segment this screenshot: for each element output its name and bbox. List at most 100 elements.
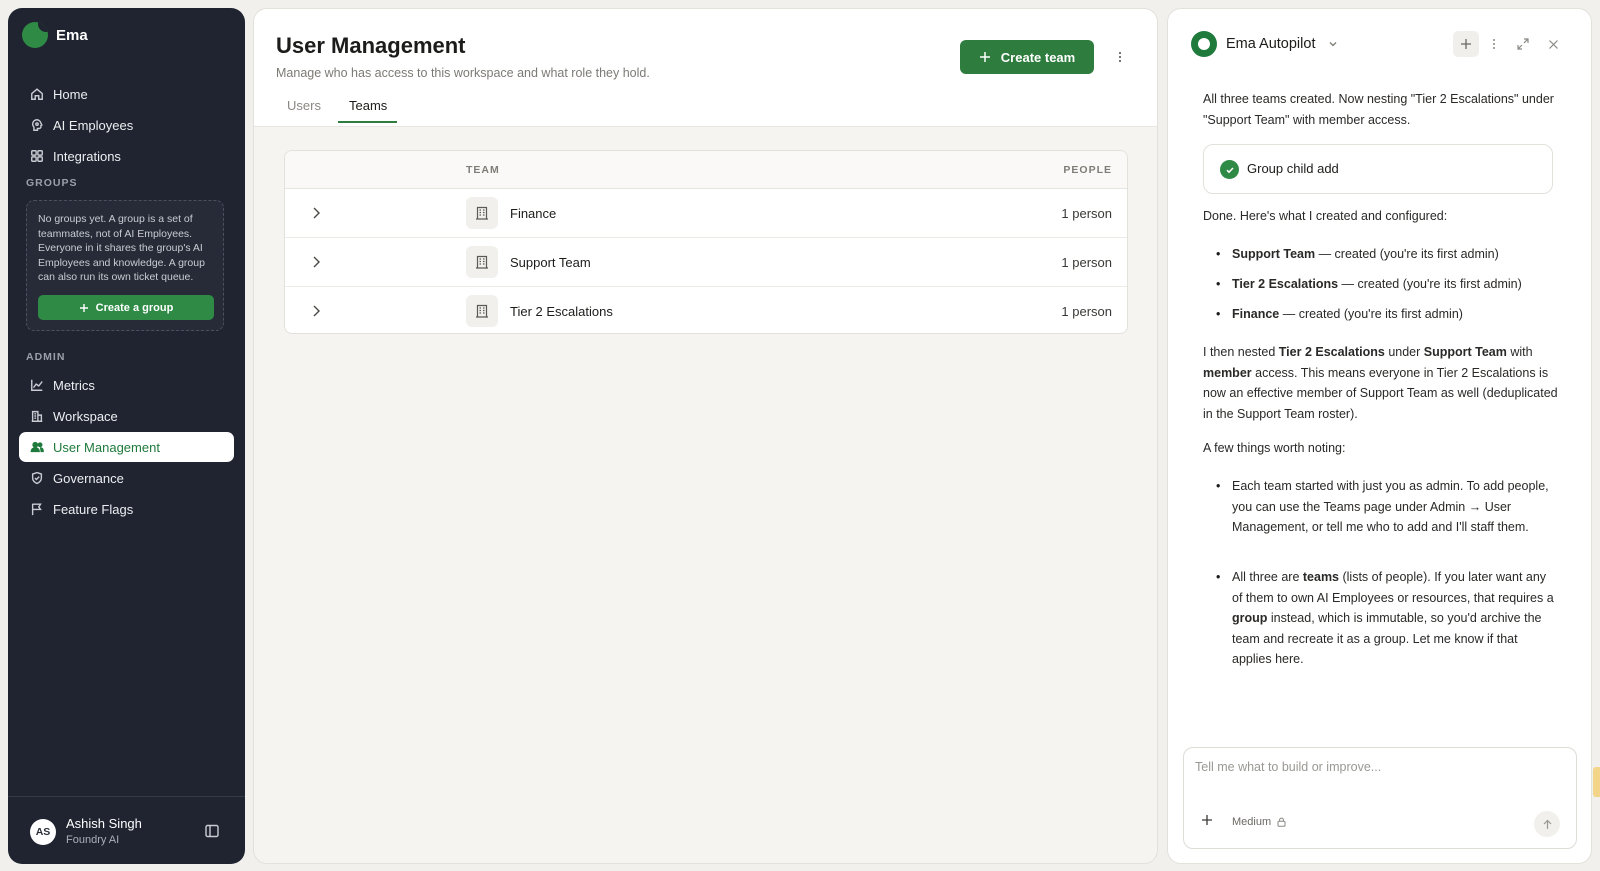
sidebar-item-metrics[interactable]: Metrics xyxy=(19,370,234,400)
admin-section-label: ADMIN xyxy=(26,351,66,363)
autopilot-more-button[interactable] xyxy=(1481,31,1507,57)
create-team-button[interactable]: Create team xyxy=(960,40,1094,74)
expand-button[interactable] xyxy=(1510,31,1536,57)
chat-input[interactable] xyxy=(1195,760,1565,774)
assistant-message-intro: All three teams created. Now nesting "Ti… xyxy=(1203,92,1554,127)
main-panel: User Management Manage who has access to… xyxy=(253,8,1158,864)
chevron-right-icon[interactable] xyxy=(311,206,321,220)
table-row[interactable]: Tier 2 Escalations 1 person xyxy=(285,287,1127,333)
avatar: AS xyxy=(30,819,56,845)
user-profile[interactable]: AS Ashish Singh Foundry AI xyxy=(8,796,245,864)
model-selector[interactable]: Medium xyxy=(1232,816,1286,828)
chart-line-icon xyxy=(31,379,43,391)
list-item: Support Team — created (you're its first… xyxy=(1216,244,1557,265)
tool-call-label: Group child add xyxy=(1247,161,1339,176)
sidebar-item-governance[interactable]: Governance xyxy=(19,463,234,493)
list-item: Tier 2 Escalations — created (you're its… xyxy=(1216,274,1557,295)
ai-employee-icon xyxy=(31,119,43,131)
table-row[interactable]: Finance 1 person xyxy=(285,189,1127,238)
list-item: Finance — created (you're its first admi… xyxy=(1216,304,1557,325)
sidebar: Ema Home AI Employees Integrations GROUP… xyxy=(8,8,245,864)
flag-icon xyxy=(31,503,42,516)
close-button[interactable] xyxy=(1540,31,1566,57)
integrations-icon xyxy=(31,150,43,162)
check-circle-icon xyxy=(1220,160,1239,179)
brand[interactable]: Ema xyxy=(22,22,88,48)
table-row[interactable]: Support Team 1 person xyxy=(285,238,1127,287)
sidebar-item-home[interactable]: Home xyxy=(19,79,234,109)
active-tab-indicator xyxy=(338,121,397,123)
plus-icon xyxy=(1461,39,1471,49)
user-name: Ashish Singh xyxy=(66,816,142,831)
sidebar-item-label: AI Employees xyxy=(53,117,134,133)
autopilot-logo-icon xyxy=(1191,31,1217,57)
tab-teams[interactable]: Teams xyxy=(349,98,387,113)
chat-composer: Medium xyxy=(1183,747,1577,849)
page-subtitle: Manage who has access to this workspace … xyxy=(276,66,650,80)
sidebar-item-workspace[interactable]: Workspace xyxy=(19,401,234,431)
shield-check-icon xyxy=(31,471,43,485)
arrow-up-icon xyxy=(1543,819,1551,829)
page-title: User Management xyxy=(276,33,466,58)
sidebar-item-label: Workspace xyxy=(53,408,118,424)
new-chat-button[interactable] xyxy=(1453,31,1479,57)
plus-icon xyxy=(979,52,990,62)
notes-intro: A few things worth noting: xyxy=(1203,441,1346,455)
sidebar-item-ai-employees[interactable]: AI Employees xyxy=(19,110,234,140)
sidebar-item-label: Metrics xyxy=(53,377,95,393)
sidebar-item-label: Home xyxy=(53,86,88,102)
create-group-button[interactable]: Create a group xyxy=(38,295,214,320)
column-header-people[interactable]: PEOPLE xyxy=(1063,164,1112,176)
tool-call-card[interactable]: Group child add xyxy=(1203,144,1553,194)
table-header: TEAM PEOPLE xyxy=(285,151,1127,189)
ema-logo-icon xyxy=(22,22,48,48)
sidebar-item-feature-flags[interactable]: Feature Flags xyxy=(19,494,234,524)
more-options-button[interactable] xyxy=(1110,47,1130,67)
attach-plus-icon[interactable] xyxy=(1201,814,1213,826)
sidebar-toggle-icon[interactable] xyxy=(205,824,219,838)
chevron-down-icon[interactable] xyxy=(1328,39,1338,49)
feedback-tab[interactable] xyxy=(1593,767,1600,797)
lock-icon xyxy=(1277,817,1286,827)
users-icon xyxy=(30,441,44,453)
create-team-label: Create team xyxy=(1000,49,1076,65)
groups-empty-state: No groups yet. A group is a set of teamm… xyxy=(26,200,224,331)
model-label: Medium xyxy=(1232,816,1272,828)
more-vertical-icon xyxy=(1493,39,1495,49)
team-name: Support Team xyxy=(510,255,591,270)
team-people-count: 1 person xyxy=(1061,255,1112,270)
team-name: Finance xyxy=(510,206,557,221)
sidebar-item-integrations[interactable]: Integrations xyxy=(19,141,234,171)
autopilot-title[interactable]: Ema Autopilot xyxy=(1226,36,1315,52)
sidebar-item-label: User Management xyxy=(53,439,160,455)
team-people-count: 1 person xyxy=(1061,304,1112,319)
plus-icon xyxy=(79,303,88,312)
building-icon xyxy=(476,255,488,269)
team-icon xyxy=(466,246,498,278)
building-icon xyxy=(476,304,488,318)
sidebar-item-user-management[interactable]: User Management xyxy=(19,432,234,462)
chevron-right-icon[interactable] xyxy=(311,304,321,318)
user-org: Foundry AI xyxy=(66,834,120,846)
teams-table: TEAM PEOPLE Finance 1 person Support Tea… xyxy=(284,150,1128,334)
chevron-right-icon[interactable] xyxy=(311,255,321,269)
done-text: Done. Here's what I created and configur… xyxy=(1203,209,1448,223)
team-name: Tier 2 Escalations xyxy=(510,304,613,319)
list-item: Each team started with just you as admin… xyxy=(1216,476,1557,538)
team-people-count: 1 person xyxy=(1061,206,1112,221)
sidebar-item-label: Governance xyxy=(53,470,124,486)
close-icon xyxy=(1548,39,1558,49)
team-icon xyxy=(466,197,498,229)
sidebar-item-label: Feature Flags xyxy=(53,501,134,517)
tab-users[interactable]: Users xyxy=(287,98,321,113)
nesting-explanation: I then nested Tier 2 Escalations under S… xyxy=(1203,345,1558,421)
home-icon xyxy=(31,88,43,100)
more-vertical-icon xyxy=(1118,51,1122,63)
list-item: All three are teams (lists of people). I… xyxy=(1216,567,1557,670)
autopilot-panel: Ema Autopilot All three teams created. N… xyxy=(1167,8,1592,864)
column-header-team[interactable]: TEAM xyxy=(466,164,500,176)
groups-empty-text: No groups yet. A group is a set of teamm… xyxy=(38,213,205,284)
send-button[interactable] xyxy=(1534,811,1560,837)
team-icon xyxy=(466,295,498,327)
building-icon xyxy=(476,206,488,220)
